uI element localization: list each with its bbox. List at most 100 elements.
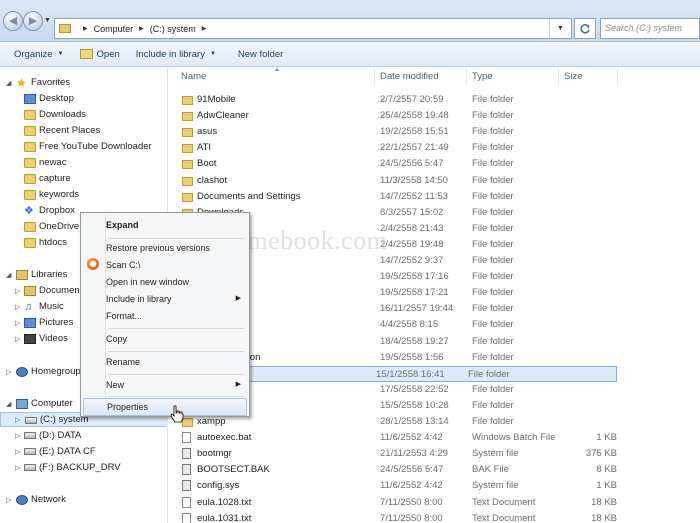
menu-item-format[interactable]: Format...	[83, 307, 247, 325]
column-header-date[interactable]: Date modified	[380, 68, 439, 85]
file-name: BOOTSECT.BAK	[197, 464, 270, 476]
nav-favorites[interactable]: ◢ ★ Favorites	[0, 75, 167, 90]
file-date: 19/5/2558 17:16	[380, 271, 449, 283]
file-row[interactable]: AdwCleaner 25/4/2558 19:48 File folder	[177, 108, 617, 124]
expand-arrow-icon[interactable]: ▷	[15, 303, 20, 311]
nav-item-capture[interactable]: capture	[0, 171, 167, 186]
nav-drive-f[interactable]: ▷ (F:) BACKUP_DRV	[0, 460, 167, 475]
forward-button[interactable]: ▶	[23, 11, 43, 31]
file-row[interactable]: asus 19/2/2558 15:51 File folder	[177, 124, 617, 140]
nav-item-free-youtube-downloader[interactable]: Free YouTube Downloader	[0, 139, 167, 154]
breadcrumb-c-drive[interactable]: (C:) system	[150, 24, 196, 34]
include-in-library-button[interactable]: Include in library ▼	[128, 42, 224, 67]
nav-drive-e[interactable]: ▷ (E:) DATA CF	[0, 444, 167, 459]
nav-network-label: Network	[31, 494, 66, 505]
expand-arrow-icon[interactable]: ▷	[15, 416, 20, 424]
file-type: File folder	[472, 238, 514, 250]
menu-item-new[interactable]: New ▶	[83, 376, 247, 394]
column-header-type[interactable]: Type	[472, 68, 493, 85]
menu-item-open-new-window[interactable]: Open in new window	[83, 273, 247, 291]
open-button[interactable]: Open	[72, 42, 128, 67]
nav-item-label: (F:) BACKUP_DRV	[39, 462, 121, 473]
address-bar-region: ◀ ▶ ▼ ▶ Computer ▶ (C:) system ▶ ▼ Searc…	[0, 0, 700, 42]
menu-item-copy[interactable]: Copy	[83, 330, 247, 348]
menu-item-expand[interactable]: Expand	[83, 216, 247, 234]
file-row[interactable]: bootmgr 21/11/2553 4:29 System file 375 KB	[177, 446, 617, 462]
column-divider[interactable]	[617, 68, 618, 85]
expand-arrow-icon[interactable]: ▷	[15, 319, 20, 327]
column-divider[interactable]	[374, 68, 375, 85]
breadcrumb-chevron-icon[interactable]: ▶	[202, 25, 207, 32]
breadcrumb-chevron-icon[interactable]: ▶	[83, 25, 88, 32]
column-divider[interactable]	[466, 68, 467, 85]
collapse-arrow-icon[interactable]: ◢	[6, 400, 11, 408]
folder-icon	[24, 173, 36, 184]
file-name: xampp	[197, 416, 226, 427]
breadcrumb-computer[interactable]: Computer	[94, 24, 134, 34]
menu-item-properties[interactable]: Properties	[83, 398, 247, 416]
expand-arrow-icon[interactable]: ▷	[15, 287, 20, 295]
recent-pages-dropdown[interactable]: ▼	[44, 17, 51, 24]
folder-icon	[59, 24, 71, 33]
back-button[interactable]: ◀	[3, 11, 23, 31]
menu-item-scan[interactable]: ◉ Scan C:\	[83, 256, 247, 274]
search-input[interactable]: Search (C:) system	[600, 18, 700, 39]
expand-arrow-icon[interactable]: ▷	[15, 448, 20, 456]
menu-separator	[108, 374, 244, 375]
menu-item-label: New	[106, 380, 125, 390]
file-name: 91Mobile	[197, 94, 236, 105]
file-row[interactable]: clashot 11/3/2558 14:50 File folder	[177, 173, 617, 189]
file-row[interactable]: eula.1031.txt 7/11/2550 8:00 Text Document…	[177, 511, 617, 523]
file-name: AdwCleaner	[197, 110, 249, 122]
music-icon: ♫	[24, 300, 33, 313]
command-bar: Organize ▼ Open Include in library ▼ New…	[0, 42, 700, 67]
new-folder-label: New folder	[237, 48, 284, 60]
file-type: File folder	[468, 368, 510, 380]
expand-arrow-icon[interactable]: ▷	[6, 496, 11, 504]
expand-arrow-icon[interactable]: ▷	[15, 335, 20, 343]
file-row[interactable]: ATI 22/1/2557 21:49 File folder	[177, 140, 617, 156]
expand-arrow-icon[interactable]: ▷	[15, 464, 20, 472]
expand-arrow-icon[interactable]: ▷	[15, 432, 20, 440]
file-type: Windows Batch File	[472, 432, 556, 444]
file-row[interactable]: Boot 24/5/2556 5:47 File folder	[177, 156, 617, 172]
nav-item-recent-places[interactable]: Recent Places	[0, 123, 167, 138]
file-row[interactable]: 91Mobile 2/7/2557 20:59 File folder	[177, 92, 617, 108]
menu-item-restore-previous-versions[interactable]: Restore previous versions	[83, 239, 247, 257]
breadcrumb-chevron-icon[interactable]: ▶	[139, 25, 144, 32]
drive-icon	[24, 432, 36, 439]
column-header-size[interactable]: Size	[564, 68, 582, 85]
nav-drive-d[interactable]: ▷ (D:) DATA	[0, 428, 167, 443]
column-divider[interactable]	[558, 68, 559, 85]
nav-item-downloads[interactable]: Downloads	[0, 107, 167, 122]
menu-item-rename[interactable]: Rename	[83, 353, 247, 371]
organize-button[interactable]: Organize ▼	[0, 42, 72, 67]
nav-network[interactable]: ▷ Network	[0, 492, 167, 507]
refresh-button[interactable]	[574, 18, 596, 39]
file-row[interactable]: BOOTSECT.BAK 24/5/2556 5:47 BAK File 8 KB	[177, 462, 617, 478]
file-row[interactable]: autoexec.bat 11/6/2552 4:42 Windows Batch …	[177, 430, 617, 446]
file-date: 21/11/2553 4:29	[380, 448, 448, 460]
file-type: File folder	[472, 142, 514, 154]
file-type: File folder	[472, 222, 514, 234]
new-folder-button[interactable]: New folder	[224, 42, 291, 67]
address-history-dropdown[interactable]: ▼	[549, 19, 571, 38]
nav-item-keywords[interactable]: keywords	[0, 187, 167, 202]
file-type: File folder	[472, 287, 514, 299]
nav-item-newac[interactable]: newac	[0, 155, 167, 170]
file-icon	[182, 496, 191, 508]
address-box[interactable]: ▶ Computer ▶ (C:) system ▶ ▼	[54, 18, 572, 39]
collapse-arrow-icon[interactable]: ◢	[6, 271, 11, 279]
column-header-name[interactable]: Name	[181, 68, 206, 85]
star-icon: ★	[16, 75, 27, 90]
file-row[interactable]: eula.1028.txt 7/11/2550 8:00 Text Document…	[177, 495, 617, 511]
menu-item-include-in-library[interactable]: Include in library ▶	[83, 290, 247, 308]
file-row[interactable]: config.sys 11/6/2552 4:42 System file 1 KB	[177, 478, 617, 494]
file-name: autoexec.bat	[197, 432, 252, 444]
expand-arrow-icon[interactable]: ▷	[6, 368, 11, 376]
file-row[interactable]: Documents and Settings 14/7/2552 11:53 Fil…	[177, 189, 617, 205]
collapse-arrow-icon[interactable]: ◢	[6, 79, 11, 87]
nav-item-desktop[interactable]: Desktop	[0, 91, 167, 106]
libraries-icon	[16, 269, 28, 280]
nav-homegroup-label: Homegroup	[31, 366, 81, 377]
